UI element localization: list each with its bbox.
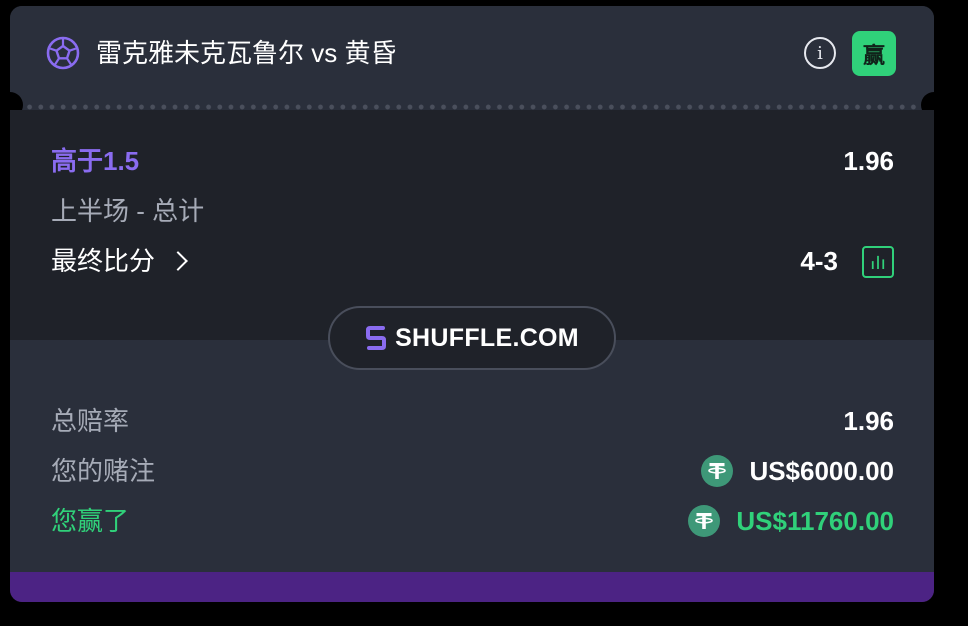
chevron-right-icon xyxy=(168,251,188,271)
market-name: 上半场 - 总计 xyxy=(51,196,205,226)
brand-name: SHUFFLE.COM xyxy=(395,323,579,352)
final-score: 4-3 xyxy=(800,246,838,276)
stake-value: US$6000.00 xyxy=(701,454,894,488)
soccer-ball-icon xyxy=(46,36,80,70)
bet-summary: 总赔率 1.96 您的赌注 US$6000.00 您赢了 US$11760.00 xyxy=(10,340,934,572)
bet-card: 雷克雅未克瓦鲁尔 vs 黄昏 i 赢 高于1.5 1.96 上半场 - 总计 最… xyxy=(10,6,934,602)
brand-pill[interactable]: SHUFFLE.COM xyxy=(328,306,616,370)
total-odds-label: 总赔率 xyxy=(51,406,130,436)
shuffle-logo-icon xyxy=(366,326,387,350)
bet-odds: 1.96 xyxy=(843,146,894,176)
info-icon[interactable]: i xyxy=(804,37,836,69)
total-odds: 1.96 xyxy=(843,406,894,436)
payout-label: 您赢了 xyxy=(51,506,130,536)
stake-amount: US$6000.00 xyxy=(749,456,894,486)
tether-icon xyxy=(688,505,721,537)
bet-card-header: 雷克雅未克瓦鲁尔 vs 黄昏 i 赢 xyxy=(10,6,934,108)
payout-amount: US$11760.00 xyxy=(736,506,894,536)
win-status-badge: 赢 xyxy=(852,31,896,76)
final-score-link[interactable]: 最终比分 xyxy=(51,244,188,278)
footer-accent-bar xyxy=(10,572,934,602)
final-score-label: 最终比分 xyxy=(51,246,156,276)
payout-value: US$11760.00 xyxy=(688,504,894,538)
match-title: 雷克雅未克瓦鲁尔 vs 黄昏 xyxy=(96,38,397,68)
bar-chart-icon[interactable] xyxy=(862,246,894,278)
bet-selection: 高于1.5 xyxy=(51,146,140,176)
tether-icon xyxy=(701,455,734,487)
total-odds-value: 1.96 xyxy=(843,404,894,438)
stake-label: 您的赌注 xyxy=(51,456,156,486)
